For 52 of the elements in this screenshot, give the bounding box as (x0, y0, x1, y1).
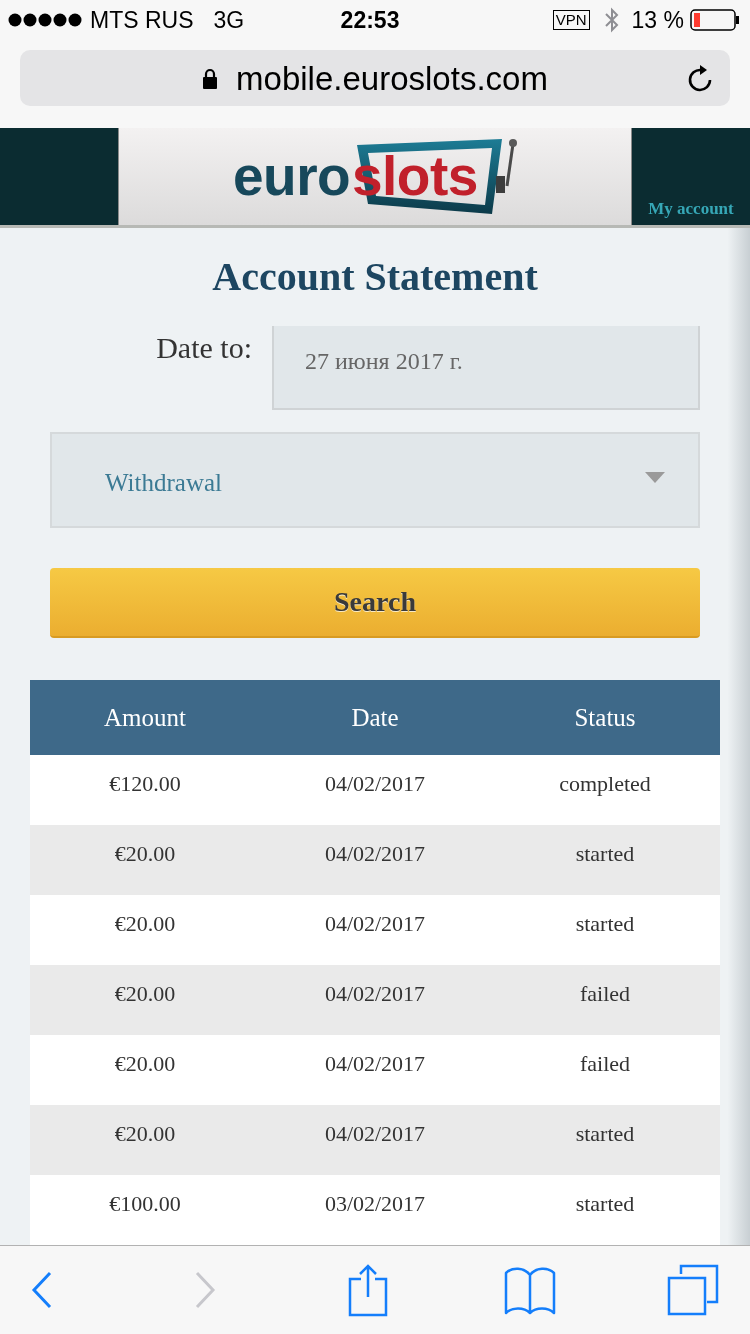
reload-icon (688, 64, 714, 92)
table-cell: €120.00 (109, 771, 181, 797)
column-header: Amount (104, 702, 186, 733)
table-cell: started (575, 911, 635, 937)
battery-icon (690, 9, 740, 31)
bookmarks-button[interactable] (504, 1265, 557, 1315)
table-cell: started (575, 1121, 635, 1147)
address-bar[interactable]: mobile.euroslots.com (20, 50, 730, 106)
clock-time: 22:53 (340, 8, 400, 32)
vpn-indicator: VPN (552, 10, 590, 30)
table-cell: 04/02/2017 (324, 771, 426, 797)
table-cell: €20.00 (114, 841, 176, 867)
table-cell: completed (559, 771, 651, 797)
table-cell: 04/02/2017 (324, 1051, 426, 1077)
table-cell: €20.00 (114, 1051, 176, 1077)
tabs-icon (667, 1264, 719, 1316)
my-account-link[interactable]: My account (648, 200, 734, 217)
table-cell: €20.00 (114, 981, 176, 1007)
reload-button[interactable] (688, 64, 714, 92)
table-cell: €20.00 (114, 1121, 176, 1147)
table-cell: started (575, 1191, 635, 1217)
book-icon (504, 1265, 557, 1315)
caret-down-icon (645, 471, 665, 483)
url-text: mobile.euroslots.com (236, 61, 548, 95)
battery-percent: 13 % (631, 8, 684, 32)
logo-text: euro (233, 144, 351, 207)
date-label: Date to: (156, 331, 252, 365)
column-header: Status (574, 702, 636, 733)
table-cell: started (575, 841, 635, 867)
carrier-name: MTS RUS (90, 8, 194, 32)
table-cell: €20.00 (114, 911, 176, 937)
date-field[interactable]: 27 июня 2017 г. (272, 326, 700, 410)
bluetooth-icon (603, 6, 620, 34)
type-select[interactable]: Withdrawal (50, 432, 700, 528)
table-cell: failed (579, 1051, 631, 1077)
table-cell: 03/02/2017 (324, 1191, 426, 1217)
signal-strength-icon (8, 13, 82, 27)
network-type: 3G (213, 8, 245, 32)
chevron-left-icon (31, 1271, 53, 1309)
table-cell: 04/02/2017 (324, 1121, 426, 1147)
lock-icon (202, 67, 219, 89)
column-header: Date (351, 702, 399, 733)
table-cell: 04/02/2017 (324, 911, 426, 937)
table-cell: failed (579, 981, 631, 1007)
table-cell: 04/02/2017 (324, 841, 426, 867)
page-title: Account Statement (212, 255, 538, 299)
share-icon (347, 1263, 388, 1317)
chevron-right-icon (193, 1271, 216, 1309)
search-button[interactable]: Search (50, 568, 700, 638)
table-cell: €100.00 (109, 1191, 181, 1217)
table-cell: 04/02/2017 (324, 981, 426, 1007)
tabs-button[interactable] (667, 1264, 719, 1316)
